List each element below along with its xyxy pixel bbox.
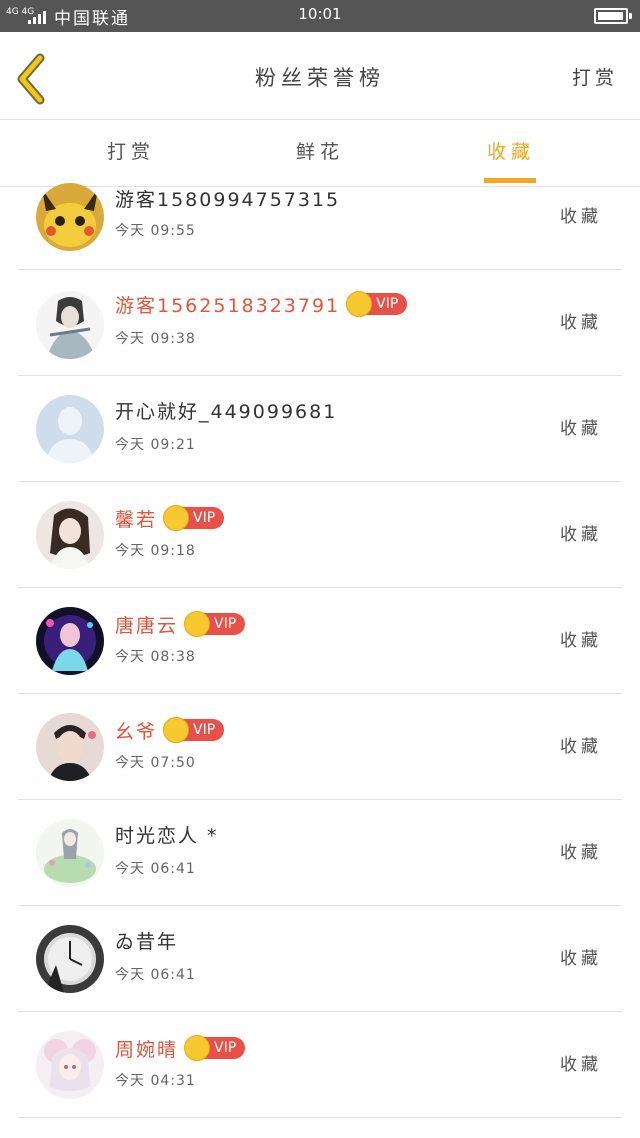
avatar (36, 501, 104, 569)
illustration-avatar (36, 819, 104, 887)
name-line: 馨若 VIP (115, 504, 225, 532)
default-avatar (36, 395, 104, 463)
header: 粉丝荣誉榜 打赏 (0, 32, 640, 120)
man-photo-avatar (36, 713, 104, 781)
action-label: 收藏 (560, 207, 602, 227)
crown-icon (184, 611, 211, 637)
name-line: 唐唐云 VIP (115, 610, 246, 638)
list-item[interactable]: ゐ昔年 今天 06:41 收藏 (18, 906, 622, 1012)
action-label: 收藏 (560, 737, 602, 757)
user-name: 游客1580994757315 (115, 188, 341, 211)
timestamp: 今天 07:50 (115, 755, 196, 771)
avatar (36, 291, 104, 359)
crown-icon (163, 717, 190, 743)
crown-icon (184, 1035, 211, 1061)
action-label: 收藏 (560, 419, 602, 439)
reward-button[interactable]: 打赏 (572, 63, 618, 90)
user-name: 唐唐云 (115, 614, 179, 637)
avatar (36, 183, 104, 251)
battery-icon (594, 8, 632, 24)
action-label: 收藏 (560, 631, 602, 651)
timestamp: 今天 09:21 (115, 437, 196, 453)
name-line: 游客1562518323791 VIP (115, 290, 408, 318)
list-item[interactable]: 馨若 VIP 今天 09:18 收藏 (18, 482, 622, 588)
avatar (36, 607, 104, 675)
name-line: 时光恋人 * (115, 820, 219, 848)
crown-icon (163, 505, 190, 531)
timestamp: 今天 04:31 (115, 1073, 196, 1089)
tab-reward[interactable]: 打赏 (71, 137, 191, 164)
timestamp: 今天 08:38 (115, 649, 196, 665)
avatar (36, 713, 104, 781)
list-item[interactable]: 唐唐云 VIP 今天 08:38 收藏 (18, 588, 622, 694)
avatar (36, 1031, 104, 1099)
timestamp: 今天 06:41 (115, 861, 196, 877)
user-name: 开心就好_449099681 (115, 400, 338, 423)
action-label: 收藏 (560, 843, 602, 863)
timestamp: 今天 06:41 (115, 967, 196, 983)
list-item[interactable]: 周婉晴 VIP 今天 04:31 收藏 (18, 1012, 622, 1118)
sketch-portrait-avatar (36, 291, 104, 359)
user-name: 游客1562518323791 (115, 294, 341, 317)
status-time: 10:01 (298, 5, 342, 23)
list-item[interactable]: 幺爷 VIP 今天 07:50 收藏 (18, 694, 622, 800)
vip-badge: VIP (163, 717, 225, 743)
list-item[interactable]: 游客1580994757315 今天 09:55 收藏 (18, 176, 622, 270)
page-title: 粉丝荣誉榜 (255, 66, 385, 90)
girl-photo-avatar (36, 501, 104, 569)
avatar (36, 395, 104, 463)
timestamp: 今天 09:55 (115, 223, 196, 239)
list-item[interactable]: 开心就好_449099681 今天 09:21 收藏 (18, 376, 622, 482)
crown-icon (346, 291, 373, 317)
action-label: 收藏 (560, 313, 602, 333)
user-name: 幺爷 (115, 720, 158, 743)
avatar (36, 819, 104, 887)
anime-girl-avatar (36, 1031, 104, 1099)
user-name: 周婉晴 (115, 1038, 179, 1061)
action-label: 收藏 (560, 949, 602, 969)
name-line: 游客1580994757315 (115, 184, 340, 212)
list-item[interactable]: 时光恋人 * 今天 06:41 收藏 (18, 800, 622, 906)
timestamp: 今天 09:18 (115, 543, 196, 559)
list-item[interactable]: 游客1562518323791 VIP 今天 09:38 收藏 (18, 270, 622, 376)
tab-favorites[interactable]: 收藏 (451, 137, 571, 164)
timestamp: 今天 09:38 (115, 331, 196, 347)
status-bar: 4G 4G 中国联通 10:01 (0, 0, 640, 32)
name-line: ゐ昔年 (115, 926, 178, 954)
user-name: ゐ昔年 (115, 930, 179, 953)
name-line: 周婉晴 VIP (115, 1034, 246, 1062)
clock-avatar (36, 925, 104, 993)
neon-girl-avatar (36, 607, 104, 675)
user-name: 时光恋人 * (115, 824, 219, 847)
name-line: 幺爷 VIP (115, 716, 225, 744)
vip-badge: VIP (184, 611, 246, 637)
action-label: 收藏 (560, 525, 602, 545)
user-name: 馨若 (115, 508, 158, 531)
vip-badge: VIP (346, 291, 408, 317)
action-label: 收藏 (560, 1055, 602, 1075)
pikachu-avatar (36, 183, 104, 251)
name-line: 开心就好_449099681 (115, 396, 337, 424)
avatar (36, 925, 104, 993)
vip-badge: VIP (163, 505, 225, 531)
tab-flowers[interactable]: 鲜花 (260, 137, 380, 164)
vip-badge: VIP (184, 1035, 246, 1061)
